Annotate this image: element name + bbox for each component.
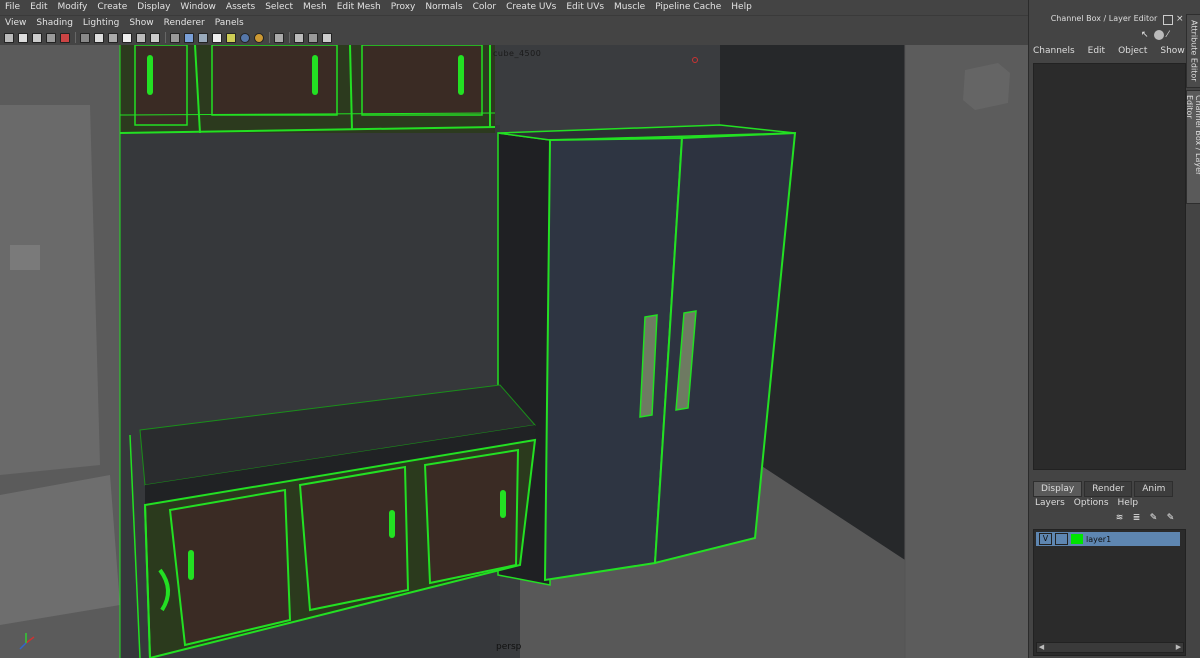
float-icon[interactable] [1163, 15, 1173, 25]
channel-box-panel: Channel Box / Layer Editor ↖ ⁄ × Channel… [1028, 0, 1200, 658]
le-menu-layers[interactable]: Layers [1035, 498, 1065, 508]
channel-list[interactable] [1033, 63, 1186, 470]
scroll-right-icon[interactable]: ▶ [1174, 643, 1183, 652]
channel-box-menu: Channels Edit Object Show [1033, 46, 1198, 56]
main-menubar: File Edit Modify Create Display Window A… [0, 0, 1028, 15]
window-controls: × [1163, 15, 1184, 25]
panel-menu-panels[interactable]: Panels [210, 16, 249, 31]
menu-assets[interactable]: Assets [221, 0, 260, 15]
perspective-viewport[interactable]: cube_4500 persp [0, 45, 1028, 658]
cb-menu-edit[interactable]: Edit [1088, 46, 1105, 56]
scroll-left-icon[interactable]: ◀ [1037, 643, 1046, 652]
light-icon[interactable] [150, 32, 160, 43]
texture-icon[interactable] [136, 32, 146, 43]
layer-icons: ≋ ≣ ✎ ✎ [1109, 513, 1177, 524]
toolbar-divider [269, 32, 270, 43]
toolbar-divider [165, 32, 166, 43]
menu-select[interactable]: Select [260, 0, 298, 15]
channel-box-icons: ↖ ⁄ [1141, 30, 1177, 40]
panel-menu-lighting[interactable]: Lighting [78, 16, 124, 31]
menu-help[interactable]: Help [726, 0, 757, 15]
tab-attribute-editor[interactable]: Attribute Editor [1186, 14, 1200, 88]
layer-row[interactable]: V layer1 [1036, 532, 1180, 546]
close-icon[interactable]: × [1176, 15, 1184, 24]
wrench-icon[interactable]: ⁄ [1167, 30, 1177, 40]
image-plane-icon[interactable] [32, 32, 42, 43]
menu-muscle[interactable]: Muscle [609, 0, 650, 15]
cube-shaded-icon[interactable] [198, 32, 208, 43]
bounding-box-icon[interactable] [122, 32, 132, 43]
panel-menu-renderer[interactable]: Renderer [159, 16, 210, 31]
bookmark-icon[interactable] [18, 32, 28, 43]
cb-menu-show[interactable]: Show [1160, 46, 1184, 56]
panel-menubar: View Shading Lighting Show Renderer Pane… [0, 15, 1028, 31]
menu-mesh[interactable]: Mesh [298, 0, 332, 15]
pivot-icon[interactable] [60, 32, 70, 43]
checker-icon[interactable] [212, 32, 222, 43]
cube-icon[interactable] [294, 32, 304, 43]
cube-small-icon[interactable] [308, 32, 318, 43]
clock-icon[interactable] [1154, 30, 1164, 40]
tab-anim[interactable]: Anim [1134, 481, 1174, 497]
wireframe-icon[interactable] [80, 32, 90, 43]
select-tool-icon[interactable]: ↖ [1141, 30, 1151, 40]
grid-icon[interactable] [46, 32, 56, 43]
menu-create[interactable]: Create [92, 0, 132, 15]
menu-modify[interactable]: Modify [53, 0, 93, 15]
toolbar-divider [75, 32, 76, 43]
menu-color[interactable]: Color [468, 0, 502, 15]
cb-menu-object[interactable]: Object [1118, 46, 1147, 56]
cb-menu-channels[interactable]: Channels [1033, 46, 1075, 56]
menu-edit-mesh[interactable]: Edit Mesh [332, 0, 386, 15]
layer-editor-tabs: Display Render Anim [1033, 481, 1175, 497]
smooth-shade-icon[interactable] [94, 32, 104, 43]
visibility-toggle[interactable]: V [1039, 533, 1052, 545]
tab-display[interactable]: Display [1033, 481, 1083, 497]
horizontal-scrollbar[interactable]: ◀ ▶ [1036, 642, 1184, 653]
side-tabs: Attribute Editor Channel Box / Layer Edi… [1185, 14, 1200, 206]
le-menu-help[interactable]: Help [1118, 498, 1139, 508]
layer-color-swatch[interactable] [1071, 534, 1083, 544]
panel-menu-view[interactable]: View [0, 16, 31, 31]
menu-pipeline-cache[interactable]: Pipeline Cache [650, 0, 726, 15]
panel-menu-shading[interactable]: Shading [31, 16, 78, 31]
layer-stack-icon[interactable]: ≣ [1130, 513, 1143, 524]
camera-icon[interactable] [4, 32, 14, 43]
menu-file[interactable]: File [0, 0, 25, 15]
flat-icon[interactable] [108, 32, 118, 43]
layer-editor-menu: Layers Options Help [1035, 498, 1147, 508]
menu-edit-uvs[interactable]: Edit UVs [561, 0, 609, 15]
menu-edit[interactable]: Edit [25, 0, 52, 15]
menu-window[interactable]: Window [175, 0, 221, 15]
add-selected-icon[interactable]: ✎ [1147, 513, 1160, 524]
le-menu-options[interactable]: Options [1074, 498, 1109, 508]
menu-proxy[interactable]: Proxy [386, 0, 421, 15]
tab-channel-box[interactable]: Channel Box / Layer Editor [1185, 90, 1200, 204]
layer-name: layer1 [1086, 534, 1112, 544]
remove-selected-icon[interactable]: ✎ [1164, 513, 1177, 524]
viewport-toolbar [0, 30, 1028, 45]
cube-blue-icon[interactable] [184, 32, 194, 43]
camera-label: persp [496, 642, 522, 652]
panel-title: Channel Box / Layer Editor [1050, 14, 1158, 23]
menu-display[interactable]: Display [132, 0, 175, 15]
xray-icon[interactable] [274, 32, 284, 43]
tab-render[interactable]: Render [1084, 481, 1133, 497]
scene-render [0, 45, 1028, 658]
playback-toggle[interactable] [1055, 533, 1068, 545]
panel-menu-show[interactable]: Show [124, 16, 158, 31]
menu-normals[interactable]: Normals [420, 0, 467, 15]
new-layer-icon[interactable]: ≋ [1113, 513, 1126, 524]
share-icon[interactable] [322, 32, 332, 43]
sun-icon[interactable] [226, 32, 236, 43]
menu-create-uvs[interactable]: Create UVs [501, 0, 561, 15]
toolbar-divider [289, 32, 290, 43]
layer-list[interactable]: V layer1 ◀ ▶ [1033, 529, 1186, 656]
shadow-icon[interactable] [254, 32, 264, 43]
viewport-readout: cube_4500 [493, 49, 542, 58]
cube-outline-icon[interactable] [170, 32, 180, 43]
sphere-icon[interactable] [240, 32, 250, 43]
